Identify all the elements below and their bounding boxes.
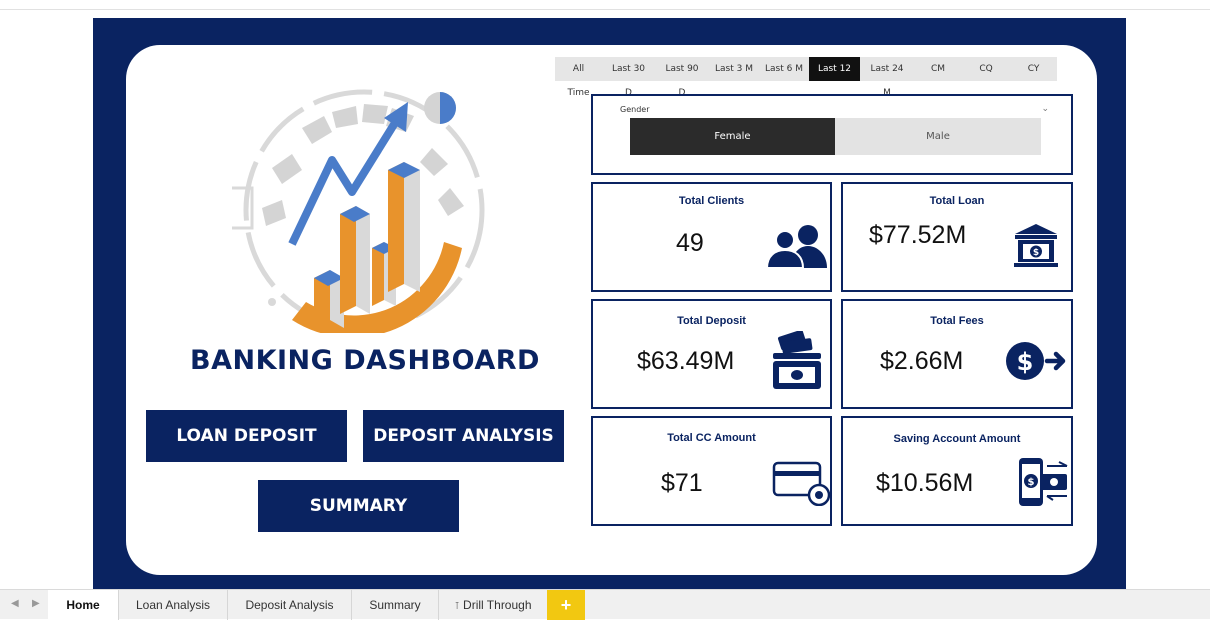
credit-card-icon [772, 461, 831, 506]
svg-text:$: $ [1017, 348, 1034, 376]
date-filter: All Time Last 30 D Last 90 D Last 3 M La… [555, 57, 1057, 98]
deposit-analysis-button[interactable]: DEPOSIT ANALYSIS [363, 410, 564, 462]
date-option-last-24m[interactable]: Last 24 M [860, 57, 914, 98]
scroll-right-icon[interactable]: ▶ [32, 598, 40, 609]
date-option-cy[interactable]: CY [1010, 57, 1057, 81]
date-option-last-30d[interactable]: Last 30 D [602, 57, 655, 98]
kpi-title: Saving Account Amount [893, 433, 1021, 445]
date-option-last-3m[interactable]: Last 3 M [709, 57, 759, 81]
gender-option-male[interactable]: Male [835, 118, 1041, 155]
kpi-title: Total Deposit [677, 315, 746, 327]
dashboard-title: BANKING DASHBOARD [190, 345, 540, 376]
cash-deposit-icon [773, 331, 821, 389]
gender-option-female[interactable]: Female [630, 118, 835, 155]
top-divider [0, 9, 1210, 10]
kpi-value: $2.66M [880, 347, 964, 375]
date-option-cm[interactable]: CM [914, 57, 962, 81]
banking-chart-logo-icon [232, 89, 485, 333]
tab-deposit-analysis[interactable]: Deposit Analysis [228, 590, 352, 620]
date-option-last-12m[interactable]: Last 12 M [809, 57, 860, 98]
mobile-payment-icon: $ [1019, 458, 1068, 506]
kpi-value: $10.56M [876, 469, 974, 497]
date-option-last-6m[interactable]: Last 6 M [759, 57, 809, 81]
hidden-page-icon: ⊺ [454, 601, 460, 612]
chevron-down-icon[interactable]: ⌄ [1041, 103, 1049, 114]
kpi-value: $77.52M [869, 221, 967, 249]
kpi-card-total-clients[interactable]: Total Clients 49 [591, 182, 832, 292]
tab-summary[interactable]: Summary [352, 590, 439, 620]
gender-slicer: Gender ⌄ Female Male [591, 94, 1073, 175]
date-option-all-time[interactable]: All Time [555, 57, 602, 98]
dollar-arrow-icon: $ [1006, 342, 1066, 380]
bank-icon: $ [1014, 224, 1058, 267]
kpi-title: Total Clients [678, 195, 745, 207]
loan-deposit-button[interactable]: LOAN DEPOSIT [146, 410, 347, 462]
kpi-value: $63.49M [637, 347, 735, 375]
tab-drill-through-label: Drill Through [463, 598, 532, 612]
kpi-card-total-loan[interactable]: Total Loan $77.52M $ [841, 182, 1073, 292]
kpi-value: 49 [676, 229, 704, 257]
kpi-value: $71 [661, 469, 703, 497]
svg-text:$: $ [1028, 477, 1035, 488]
summary-button[interactable]: SUMMARY [258, 480, 459, 532]
date-option-cq[interactable]: CQ [962, 57, 1010, 81]
date-option-last-90d[interactable]: Last 90 D [655, 57, 709, 98]
kpi-title: Total Fees [930, 315, 984, 327]
kpi-card-saving-account-amount[interactable]: Saving Account Amount $10.56M $ [841, 416, 1073, 526]
tab-home[interactable]: Home [48, 590, 119, 620]
clients-icon [765, 225, 827, 268]
kpi-card-total-cc-amount[interactable]: Total CC Amount $71 [591, 416, 832, 526]
tab-drill-through[interactable]: ⊺ Drill Through [439, 590, 547, 620]
kpi-title: Total CC Amount [667, 432, 756, 444]
kpi-card-total-deposit[interactable]: Total Deposit $63.49M [591, 299, 832, 409]
add-page-button[interactable]: + [547, 590, 585, 620]
tab-loan-analysis[interactable]: Loan Analysis [119, 590, 228, 620]
page-tab-bar: ◀ ▶ Home Loan Analysis Deposit Analysis … [0, 589, 1210, 620]
kpi-title: Total Loan [929, 195, 985, 207]
gender-slicer-title: Gender [620, 105, 650, 114]
svg-text:$: $ [1033, 248, 1039, 258]
scroll-left-icon[interactable]: ◀ [11, 598, 19, 609]
kpi-card-total-fees[interactable]: Total Fees $2.66M $ [841, 299, 1073, 409]
